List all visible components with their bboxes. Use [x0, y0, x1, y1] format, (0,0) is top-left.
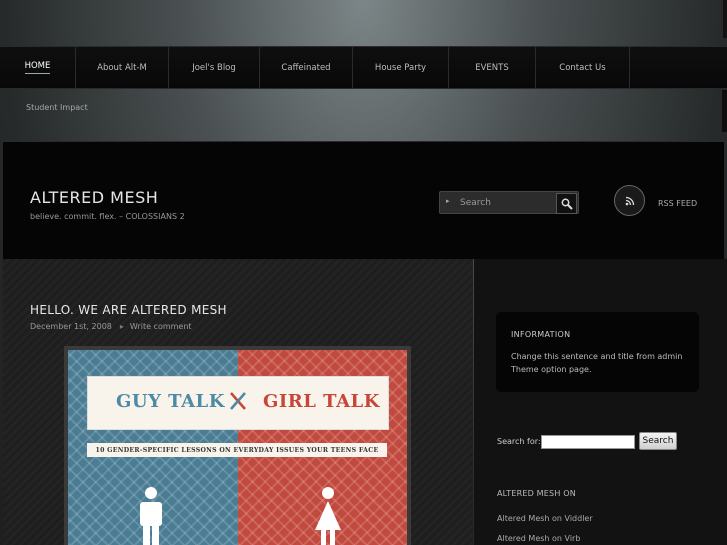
nav-item-home[interactable]: HOME	[0, 47, 76, 88]
image-subtitle: 10 GENDER-SPECIFIC LESSONS ON EVERYDAY I…	[87, 443, 387, 457]
search-button[interactable]	[556, 193, 577, 214]
subnav-item-student-impact[interactable]: Student Impact	[26, 103, 88, 112]
header-search-input[interactable]	[458, 195, 560, 211]
main-content: HELLO. WE ARE ALTERED MESH December 1st,…	[3, 259, 473, 545]
site-tagline: believe. commit. flex. – COLOSSIANS 2	[30, 212, 185, 221]
rss-feed-link[interactable]: RSS FEED	[658, 199, 697, 208]
male-figure-icon	[140, 487, 162, 545]
image-right-title: GIRL TALK	[263, 391, 380, 412]
header-search: ▸	[439, 191, 579, 214]
write-comment-link[interactable]: Write comment	[130, 322, 192, 331]
nav-item-label: EVENTS	[475, 62, 509, 73]
nav-item-contact[interactable]: Contact Us	[536, 47, 630, 88]
widget-title: INFORMATION	[511, 330, 571, 339]
nav-item-caffeinated[interactable]: Caffeinated	[260, 47, 353, 88]
post-date: December 1st, 2008	[30, 322, 112, 331]
female-figure-icon	[315, 487, 341, 545]
main-nav: HOME About Alt-M Joel's Blog Caffeinated…	[0, 46, 727, 89]
link-viddler[interactable]: Altered Mesh on Viddler	[497, 514, 593, 523]
post-title[interactable]: HELLO. WE ARE ALTERED MESH	[30, 303, 227, 317]
sidebar-search-button[interactable]: Search	[639, 432, 677, 450]
cross-icon	[230, 392, 246, 410]
nav-item-label: Contact Us	[559, 62, 606, 73]
rss-button[interactable]	[614, 185, 645, 216]
image-title-banner: GUY TALK GIRL TALK	[87, 376, 389, 430]
nav-item-about[interactable]: About Alt-M	[76, 47, 169, 88]
arrow-right-icon: ▸	[446, 197, 450, 205]
side-tab	[722, 90, 727, 132]
site-title[interactable]: ALTERED MESH	[30, 188, 158, 207]
altered-mesh-on-title: ALTERED MESH ON	[497, 489, 576, 498]
bullet-icon: ▸	[119, 322, 124, 331]
site-header: ALTERED MESH believe. commit. flex. – CO…	[3, 141, 724, 259]
image-left-title: GUY TALK	[116, 391, 225, 412]
post-meta: December 1st, 2008 ▸ Write comment	[30, 322, 192, 331]
widget-text: Change this sentence and title from admi…	[511, 352, 683, 374]
information-widget: INFORMATION Change this sentence and tit…	[496, 312, 699, 392]
nav-item-events[interactable]: EVENTS	[449, 47, 536, 88]
search-for-label: Search for:	[497, 437, 541, 446]
sidebar-search-input[interactable]	[541, 435, 635, 449]
nav-item-label: Joel's Blog	[192, 62, 236, 73]
sidebar: INFORMATION Change this sentence and tit…	[474, 259, 727, 545]
link-virb[interactable]: Altered Mesh on Virb	[497, 534, 580, 543]
corner-tab	[723, 0, 727, 38]
nav-item-label: About Alt-M	[97, 62, 147, 73]
nav-item-joels-blog[interactable]: Joel's Blog	[169, 47, 260, 88]
nav-item-label: Caffeinated	[281, 62, 331, 73]
nav-item-label: HOME	[24, 61, 51, 74]
post-image[interactable]: GUY TALK GIRL TALK 10 GENDER-SPECIFIC LE…	[64, 346, 411, 545]
nav-item-house-party[interactable]: House Party	[353, 47, 449, 88]
nav-item-label: House Party	[374, 62, 427, 73]
search-icon	[561, 198, 573, 210]
rss-icon	[625, 196, 634, 205]
